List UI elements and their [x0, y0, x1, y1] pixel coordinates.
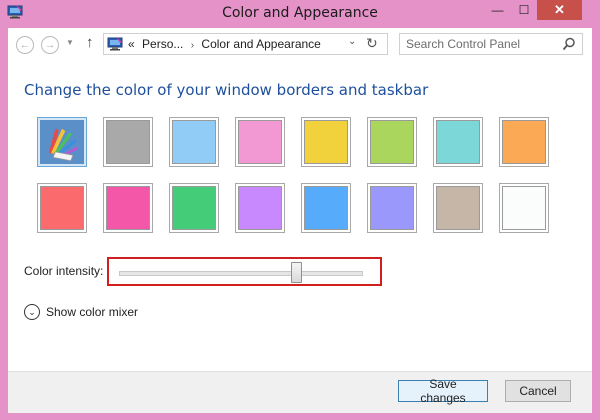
search-box[interactable]	[399, 33, 583, 55]
window: Color and Appearance — ☐ ✕ ← → ▼ ↑ « Per…	[0, 0, 600, 420]
color-swatch-magenta[interactable]	[103, 183, 153, 233]
navigation-bar: ← → ▼ ↑ « Perso... › Color and Appearanc…	[8, 28, 592, 60]
color-swatch-yellow[interactable]	[301, 117, 351, 167]
color-swatch-teal[interactable]	[433, 117, 483, 167]
swatch-color-fill	[304, 186, 348, 230]
color-swatch-gray[interactable]	[103, 117, 153, 167]
swatch-color-fill	[370, 120, 414, 164]
color-swatch-white[interactable]	[499, 183, 549, 233]
swatch-color-fill	[436, 120, 480, 164]
title-bar: Color and Appearance — ☐ ✕	[0, 0, 600, 26]
color-swatch-orange[interactable]	[499, 117, 549, 167]
color-swatch-pink[interactable]	[235, 117, 285, 167]
swatch-color-fill	[172, 186, 216, 230]
client-area: ← → ▼ ↑ « Perso... › Color and Appearanc…	[8, 28, 592, 413]
color-swatch-red[interactable]	[37, 183, 87, 233]
color-swatch-sky-blue[interactable]	[169, 117, 219, 167]
color-swatch-taupe[interactable]	[433, 183, 483, 233]
footer-bar: Save changes Cancel	[8, 371, 592, 413]
color-intensity-slider-highlight	[107, 257, 382, 286]
swatch-color-fill	[238, 186, 282, 230]
color-swatch-lime[interactable]	[367, 117, 417, 167]
color-swatch-automatic[interactable]	[37, 117, 87, 167]
minimize-button[interactable]: —	[484, 0, 511, 20]
color-intensity-track[interactable]	[119, 271, 363, 276]
breadcrumb-current[interactable]: Color and Appearance	[201, 37, 320, 51]
swatch-color-fill	[106, 120, 150, 164]
maximize-button[interactable]: ☐	[511, 0, 537, 20]
forward-button[interactable]: →	[41, 36, 59, 54]
close-button[interactable]: ✕	[537, 0, 582, 20]
search-input[interactable]	[404, 36, 558, 52]
swatch-color-fill	[502, 120, 546, 164]
cancel-button[interactable]: Cancel	[505, 380, 571, 402]
color-palette-icon	[40, 120, 84, 164]
swatch-color-fill	[40, 186, 84, 230]
up-button[interactable]: ↑	[86, 34, 94, 51]
breadcrumb: « Perso... › Color and Appearance	[128, 37, 321, 51]
swatch-color-fill	[238, 120, 282, 164]
color-swatch-green[interactable]	[169, 183, 219, 233]
address-dropdown-icon[interactable]: ⌄	[348, 36, 356, 47]
chevron-down-icon: ⌄	[24, 304, 40, 320]
address-bar[interactable]: « Perso... › Color and Appearance ⌄ ↻	[103, 33, 388, 55]
show-color-mixer-label: Show color mixer	[46, 305, 139, 319]
show-color-mixer-toggle[interactable]: ⌄ Show color mixer	[24, 303, 138, 321]
swatch-color-fill	[436, 186, 480, 230]
breadcrumb-overflow[interactable]: «	[128, 37, 135, 51]
breadcrumb-separator-icon[interactable]: ›	[191, 40, 194, 51]
recent-locations-chevron-icon[interactable]: ▼	[66, 38, 74, 47]
swatch-color-fill	[370, 186, 414, 230]
refresh-button[interactable]: ↻	[366, 35, 378, 52]
swatch-color-fill	[106, 186, 150, 230]
color-intensity-label: Color intensity:	[24, 264, 104, 278]
save-changes-button[interactable]: Save changes	[398, 377, 488, 405]
page-heading: Change the color of your window borders …	[24, 81, 429, 99]
back-button[interactable]: ←	[16, 36, 34, 54]
swatch-color-fill	[304, 120, 348, 164]
color-swatch-periwinkle[interactable]	[367, 183, 417, 233]
swatch-color-fill	[502, 186, 546, 230]
color-intensity-thumb[interactable]	[291, 262, 303, 283]
search-icon[interactable]	[562, 37, 576, 51]
control-panel-icon	[107, 37, 123, 51]
color-swatch-blue[interactable]	[301, 183, 351, 233]
color-swatch-violet[interactable]	[235, 183, 285, 233]
breadcrumb-parent[interactable]: Perso...	[142, 37, 183, 51]
swatch-color-fill	[172, 120, 216, 164]
